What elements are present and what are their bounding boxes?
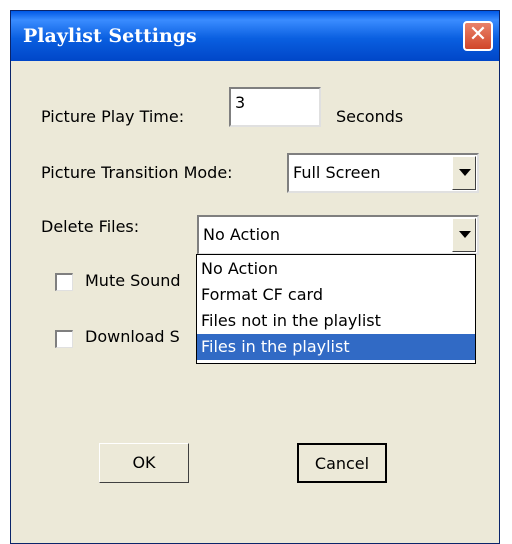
dropdown-option[interactable]: Files not in the playlist xyxy=(197,308,475,334)
mute-sound-checkbox[interactable] xyxy=(55,273,73,291)
download-checkbox[interactable] xyxy=(55,330,73,348)
picture-play-time-value: 3 xyxy=(235,93,246,112)
close-button[interactable]: ✕ xyxy=(463,21,493,51)
seconds-unit-label: Seconds xyxy=(336,107,404,126)
chevron-down-icon[interactable] xyxy=(452,218,476,252)
mute-sound-label: Mute Sound xyxy=(85,271,181,290)
transition-mode-select[interactable]: Full Screen xyxy=(287,153,479,193)
transition-mode-label: Picture Transition Mode: xyxy=(41,163,233,182)
ok-button[interactable]: OK xyxy=(99,443,189,483)
cancel-button[interactable]: Cancel xyxy=(297,443,387,483)
delete-files-label: Delete Files: xyxy=(41,217,140,236)
delete-files-select[interactable]: No Action xyxy=(197,215,479,255)
title-bar[interactable]: Playlist Settings ✕ xyxy=(11,11,499,61)
transition-mode-value: Full Screen xyxy=(293,163,381,182)
dialog-title: Playlist Settings xyxy=(23,25,197,47)
delete-files-dropdown-list: No Action Format CF card Files not in th… xyxy=(196,254,476,364)
dropdown-option[interactable]: No Action xyxy=(197,256,475,282)
chevron-down-icon[interactable] xyxy=(452,156,476,190)
close-icon: ✕ xyxy=(468,22,488,47)
delete-files-value: No Action xyxy=(203,225,280,244)
dropdown-option-highlighted[interactable]: Files in the playlist xyxy=(197,334,475,360)
picture-play-time-label: Picture Play Time: xyxy=(41,107,185,126)
playlist-settings-dialog: Playlist Settings ✕ Picture Play Time: 3… xyxy=(10,10,500,544)
picture-play-time-input[interactable]: 3 xyxy=(229,87,321,127)
dropdown-option[interactable]: Format CF card xyxy=(197,282,475,308)
download-label: Download S xyxy=(85,327,180,346)
